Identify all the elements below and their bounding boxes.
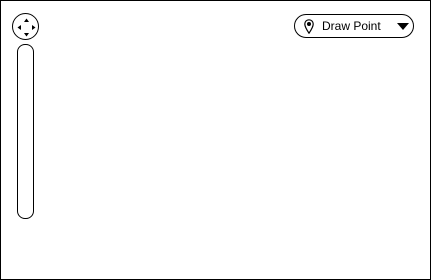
- caret-down-icon: [397, 23, 409, 30]
- map-canvas[interactable]: Draw Point: [0, 0, 431, 280]
- pan-control[interactable]: [12, 13, 39, 40]
- pan-right-arrow[interactable]: [32, 25, 36, 30]
- map-pin-icon: [304, 19, 314, 34]
- pan-down-arrow[interactable]: [24, 33, 29, 37]
- zoom-slider[interactable]: [17, 44, 34, 219]
- draw-mode-label: Draw Point: [322, 19, 381, 33]
- pan-left-arrow[interactable]: [17, 25, 22, 30]
- pan-arrows-icon: [17, 18, 36, 37]
- draw-mode-select[interactable]: Draw Point: [294, 14, 414, 38]
- pan-up-arrow[interactable]: [24, 18, 29, 23]
